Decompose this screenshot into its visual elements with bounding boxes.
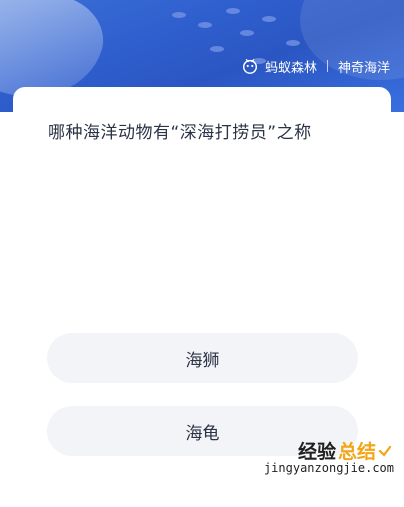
ant-forest-icon	[242, 59, 257, 74]
fish-icon	[226, 8, 240, 14]
watermark-title-a: 经验	[297, 441, 336, 463]
watermark-title-b: 总结	[337, 441, 376, 463]
fish-icon	[286, 40, 300, 46]
brand-divider	[326, 60, 328, 72]
site-watermark: 经验 总结 jingyanzongjie.com	[255, 437, 400, 483]
answer-option-1[interactable]: 海狮	[47, 333, 358, 383]
fish-icon	[198, 22, 212, 28]
fish-icon	[262, 16, 276, 22]
fish-icon	[172, 12, 186, 18]
answer-option-label: 海龟	[185, 423, 220, 444]
watermark-url: jingyanzongjie.com	[263, 461, 394, 475]
brand-app-name: 蚂蚁森林	[264, 60, 317, 76]
question-text: 哪种海洋动物有“深海打捞员”之称	[48, 123, 312, 143]
fish-icon	[210, 46, 224, 52]
brand-section-name: 神奇海洋	[337, 60, 390, 76]
fish-icon	[240, 30, 254, 36]
watermark-title: 经验 总结	[298, 437, 392, 464]
check-icon	[378, 445, 392, 457]
answer-option-label: 海狮	[185, 350, 220, 371]
brand-header: 蚂蚁森林 神奇海洋	[241, 56, 390, 76]
